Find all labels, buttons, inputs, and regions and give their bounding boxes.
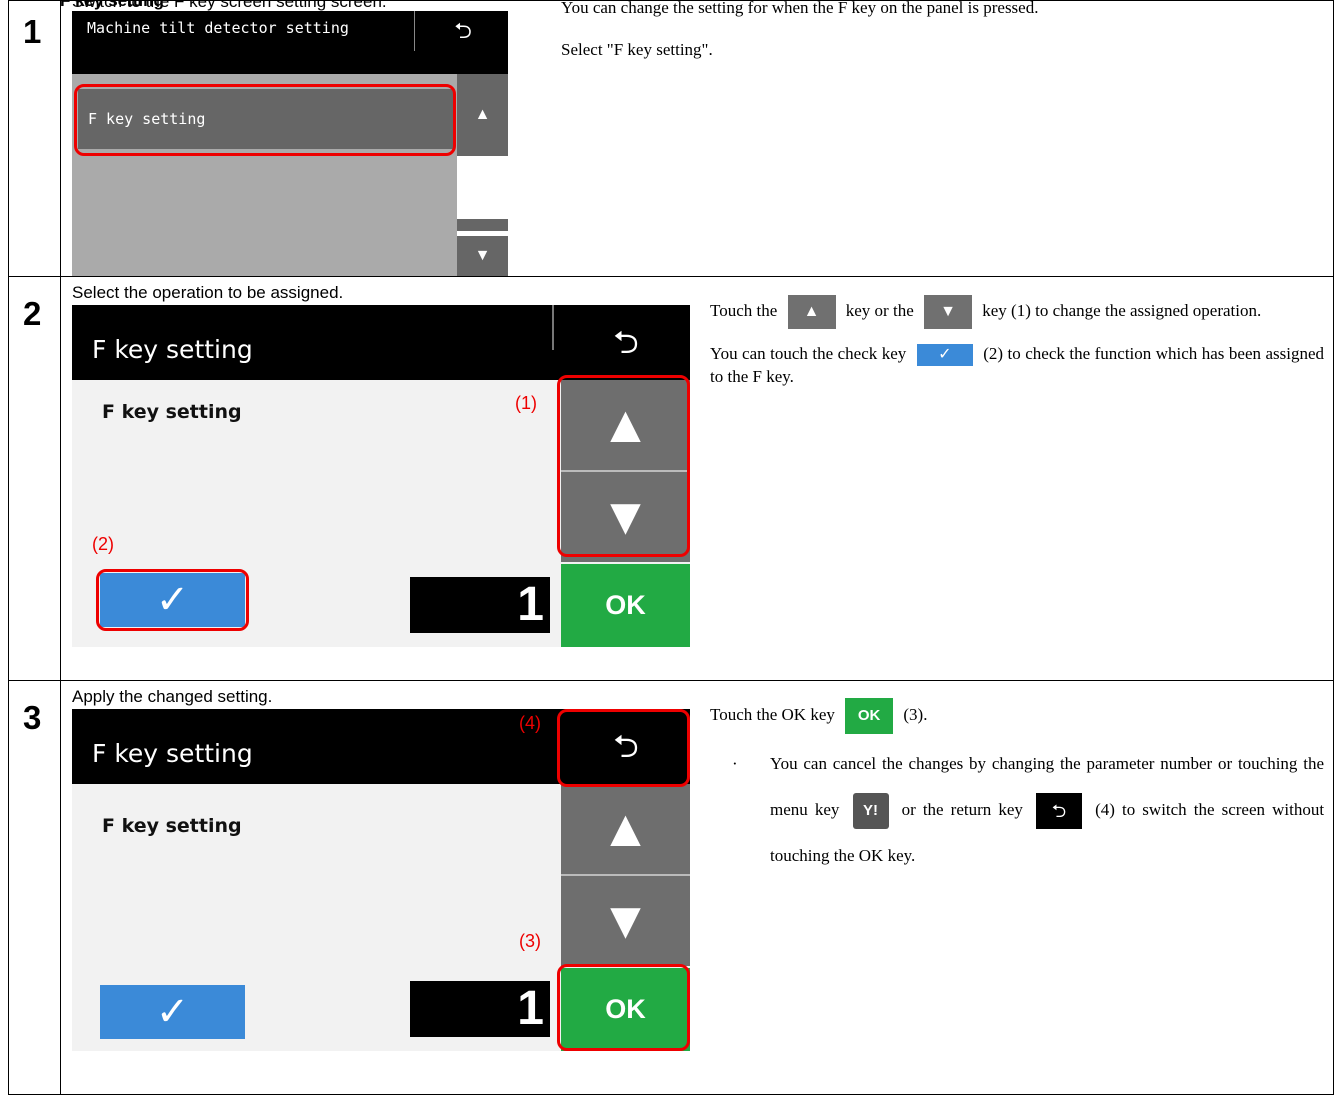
scrollbar-thumb[interactable] (457, 219, 508, 231)
down-key[interactable]: ▼ (561, 876, 690, 966)
bullet-marker: · (732, 754, 738, 773)
description-text: key or the (845, 301, 914, 320)
highlight-frame (557, 709, 690, 787)
arrow-up-icon: ▲ (474, 106, 491, 123)
callout-4: (4) (519, 713, 541, 733)
step-row-2: 2 Select the operation to be assigned. F… (8, 276, 1334, 681)
step-number: 1 (23, 13, 42, 50)
up-key[interactable]: ▲ (561, 784, 690, 874)
description-text: (3). (903, 705, 928, 724)
description-text: or the return key (901, 800, 1023, 819)
arrow-up-icon: ▲ (803, 303, 820, 321)
scroll-down-button[interactable]: ▼ (457, 236, 508, 276)
step-number: 3 (23, 699, 42, 736)
menu-key-inline: Y! (852, 793, 889, 830)
step-number: 2 (23, 295, 42, 332)
check-icon: ✓ (155, 990, 190, 1034)
screen-title: Machine tilt detector setting (87, 19, 349, 37)
screen-panel: Machine tilt detector setting ⮌ F key se… (72, 11, 508, 276)
header-divider (414, 11, 415, 51)
return-button[interactable]: ⮌ (432, 11, 494, 51)
return-icon: ⮌ (613, 324, 639, 360)
description-text: Touch the OK key (710, 705, 835, 724)
callout-3: (3) (519, 931, 541, 951)
down-key-inline: ▼ (924, 295, 972, 330)
step-row-1: 1 Switch to the F key screen setting scr… (8, 0, 1334, 277)
step-number-cell: 1 (8, 0, 61, 277)
step-number-cell: 3 (8, 680, 61, 1095)
step-description: Touch the ▲ key or the ▼ key (1) to chan… (710, 289, 1324, 388)
screen-title: F key setting (92, 739, 253, 768)
check-icon: ✓ (938, 346, 952, 364)
up-key-inline: ▲ (787, 295, 836, 330)
return-icon: ⮌ (1051, 801, 1067, 822)
description-line: You can change the setting for when the … (561, 0, 1039, 17)
arrow-up-icon: ▲ (599, 800, 652, 858)
step-content: Switch to the F key screen setting scree… (60, 0, 1334, 277)
highlight-frame (557, 964, 690, 1051)
value-display: 1 (410, 577, 550, 633)
value-display: 1 (410, 981, 550, 1037)
callout-1: (1) (515, 393, 537, 413)
check-key[interactable]: ✓ (100, 985, 245, 1039)
highlight-frame (74, 84, 456, 156)
header-divider (552, 305, 554, 350)
step-row-3: 3 Apply the changed setting. F key setti… (8, 680, 1334, 1095)
step-number-cell: 2 (8, 276, 61, 681)
description-paragraph: You can touch the check key ✓ (2) to che… (710, 343, 1324, 388)
screen-panel: F key setting ⮌ F key setting ▲ ▼ OK ✓ 1… (72, 305, 690, 647)
description-text: key (1) to change the assigned operation… (982, 301, 1262, 320)
description-paragraph: Touch the ▲ key or the ▼ key (1) to chan… (710, 289, 1324, 333)
description-text: Touch the (710, 301, 778, 320)
step-caption: Select the operation to be assigned. (72, 283, 344, 302)
step-content: Select the operation to be assigned. F k… (60, 276, 1334, 681)
ok-button[interactable]: OK (561, 564, 690, 647)
setting-label: F key setting (102, 815, 242, 837)
callout-2: (2) (92, 534, 114, 554)
arrow-down-icon: ▼ (940, 303, 956, 321)
setting-label: F key setting (102, 401, 242, 423)
step-description: You can change the setting for when the … (561, 0, 1321, 61)
step-caption: Apply the changed setting. (72, 687, 273, 706)
steps-table: 1 Switch to the F key screen setting scr… (8, 0, 1334, 1095)
screen-panel: F key setting ⮌ F key setting ▲ ▼ OK ✓ 1… (72, 709, 690, 1051)
step-description: Touch the OK key OK (3). · You can cance… (710, 693, 1324, 879)
highlight-frame (557, 375, 690, 557)
arrow-down-icon: ▼ (599, 892, 652, 950)
return-icon: ⮌ (454, 18, 472, 43)
scroll-up-button[interactable]: ▲ (457, 74, 508, 156)
check-key-inline: ✓ (916, 344, 973, 367)
description-line: Select "F key setting". (561, 40, 713, 60)
highlight-frame (96, 569, 249, 631)
screen-title: F key setting (92, 335, 253, 364)
description-text: You can touch the check key (710, 344, 907, 363)
menu-icon: Y! (863, 802, 878, 820)
return-key-inline: ⮌ (1036, 793, 1082, 830)
ok-key-inline: OK (845, 698, 894, 735)
arrow-down-icon: ▼ (474, 247, 491, 264)
return-button[interactable]: ⮌ (562, 305, 690, 380)
description-paragraph: Touch the OK key OK (3). (710, 693, 1324, 737)
step-content: Apply the changed setting. F key setting… (60, 680, 1334, 1095)
bullet-paragraph: · You can cancel the changes by changing… (710, 741, 1324, 879)
